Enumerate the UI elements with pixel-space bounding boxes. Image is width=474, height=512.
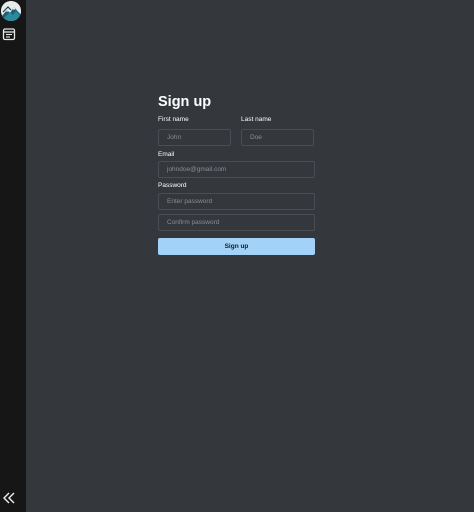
app-window: Sign up First name Last name Email Passw… [0, 0, 474, 512]
page-title: Sign up [158, 94, 212, 110]
last-name-group: Last name [241, 116, 314, 146]
main-content: Sign up First name Last name Email Passw… [26, 0, 474, 512]
sidebar [0, 0, 26, 512]
mountain-logo-icon[interactable] [1, 1, 21, 21]
sign-up-button[interactable]: Sign up [158, 238, 315, 255]
first-name-group: First name [158, 116, 231, 146]
double-chevron-left-icon[interactable] [2, 491, 16, 505]
first-name-input[interactable] [158, 129, 231, 146]
password-label: Password [158, 182, 187, 189]
last-name-input[interactable] [241, 129, 314, 146]
first-name-label: First name [158, 116, 189, 123]
name-row: First name Last name [158, 116, 315, 146]
signup-form: Sign up First name Last name Email Passw… [158, 92, 315, 255]
email-input[interactable] [158, 161, 315, 178]
confirm-password-input[interactable] [158, 214, 315, 231]
email-label: Email [158, 151, 175, 158]
password-input[interactable] [158, 193, 315, 210]
calendar-icon[interactable] [2, 27, 16, 41]
last-name-label: Last name [241, 116, 272, 123]
